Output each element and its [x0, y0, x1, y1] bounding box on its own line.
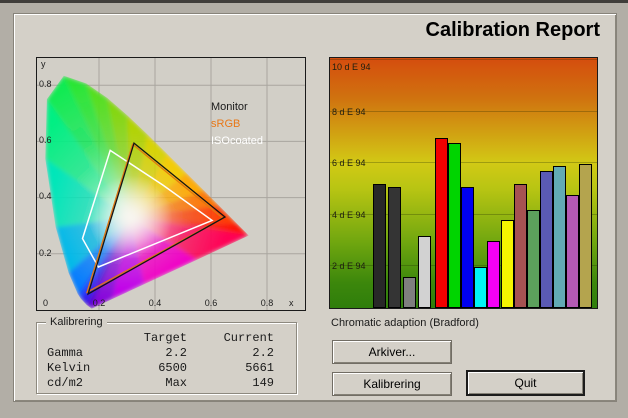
bar-dark-gray [388, 186, 401, 308]
bar-black [373, 184, 386, 308]
luminance-current: 149 [252, 376, 274, 390]
luminance-target: Max [165, 376, 187, 390]
table-row: Gamma 2.2 2.2 [47, 346, 274, 361]
x-tick-0.6: 0.6 [204, 298, 218, 308]
calibrate-button[interactable]: Kalibrering [332, 372, 452, 396]
bar-muted-cyan [552, 166, 566, 308]
groupbox-title: Kalibrering [46, 316, 107, 328]
bar-blue [461, 186, 475, 308]
grid-label-10dE: 10 d E 94 [332, 62, 371, 72]
gamma-current: 2.2 [252, 346, 274, 360]
gridline-6dE [330, 162, 597, 163]
y-tick-0.4: 0.4 [39, 191, 52, 201]
chart-caption: Chromatic adaption (Bradford) [331, 317, 479, 329]
legend-monitor: Monitor [211, 101, 248, 113]
archive-button[interactable]: Arkiver... [332, 340, 452, 364]
grid-label-8dE: 8 d E 94 [332, 106, 366, 117]
y-tick-0.6: 0.6 [39, 135, 52, 145]
header-spacer [47, 331, 133, 346]
bar-chart-plot: 2 d E 94 4 d E 94 6 d E 94 8 d E 94 10 d E 9… [330, 58, 597, 308]
cie-gamut-svg [37, 58, 305, 310]
gridline-10dE [330, 59, 597, 60]
gridline-8dE [330, 110, 597, 112]
kelvin-current: 5661 [245, 361, 274, 375]
y-axis-label: y [41, 59, 46, 69]
x-tick-0.4: 0.4 [148, 298, 162, 308]
bar-gray [403, 276, 416, 308]
bar-magenta [487, 240, 501, 308]
gamut-legend: Monitor sRGB ISOcoated [211, 99, 263, 150]
bar-red [435, 137, 448, 308]
row-label-gamma: Gamma [47, 346, 84, 360]
y-tick-0.8: 0.8 [39, 79, 52, 89]
cie-chromaticity-diagram: y 0.8 0.6 0.4 0.2 0 0.2 0.4 0.6 0.8 x Mo… [36, 57, 306, 311]
de94-bar-chart: 2 d E 94 4 d E 94 6 d E 94 8 d E 94 10 d E 9… [329, 57, 598, 309]
bar-light-gray [418, 235, 431, 308]
screen-edge [0, 0, 628, 3]
kelvin-target: 6500 [158, 361, 187, 375]
table-header-row: Target Current [47, 331, 274, 346]
bar-muted-magenta [566, 194, 579, 308]
screen: { "header": { "title": "Calibration Repo… [0, 0, 628, 418]
calibration-table: Target Current Gamma 2.2 2.2 Kelvin 6500… [47, 331, 274, 391]
bar-cyan [474, 266, 488, 308]
x-tick-0.8: 0.8 [260, 298, 274, 308]
bar-muted-green [526, 209, 540, 308]
bar-yellow [500, 220, 514, 308]
grid-label-2dE: 2 d E 94 [332, 261, 366, 271]
x-tick-0: 0 [43, 298, 49, 308]
bar-green [448, 143, 462, 308]
legend-srgb: sRGB [211, 118, 241, 130]
grid-label-6dE: 6 d E 94 [332, 158, 366, 168]
page-title: Calibration Report [425, 19, 600, 41]
x-tick-0.2: 0.2 [92, 298, 106, 308]
bar-muted-blue [539, 171, 553, 308]
row-label-luminance: cd/m2 [47, 376, 84, 390]
calibration-groupbox: Kalibrering Target Current Gamma 2.2 2.2… [36, 316, 297, 394]
bar-muted-yellow [579, 163, 593, 308]
gamma-target: 2.2 [165, 346, 187, 360]
table-row: Kelvin 6500 5661 [47, 361, 274, 376]
y-tick-0.2: 0.2 [39, 248, 52, 258]
col-header-target: Target [143, 331, 187, 345]
table-row: cd/m2 Max 149 [47, 376, 274, 391]
bar-muted-red [513, 184, 527, 308]
legend-isocoated: ISOcoated [211, 135, 263, 147]
quit-button[interactable]: Quit [466, 370, 585, 396]
row-label-kelvin: Kelvin [47, 361, 91, 375]
grid-label-4dE: 4 d E 94 [332, 209, 366, 220]
col-header-current: Current [223, 331, 274, 345]
x-axis-label: x [289, 298, 294, 308]
